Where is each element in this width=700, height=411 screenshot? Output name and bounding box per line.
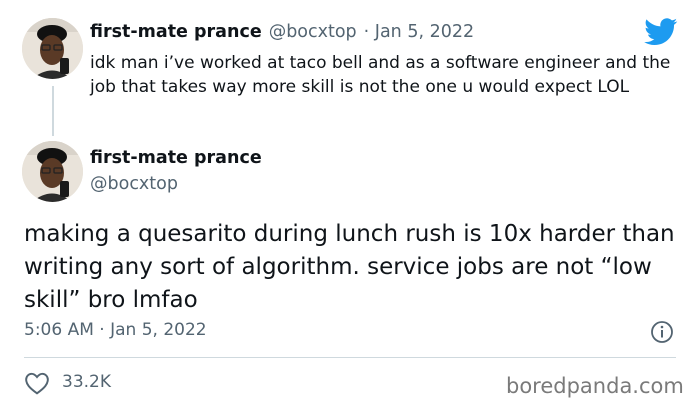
reply-display-name[interactable]: first-mate prance: [90, 22, 262, 42]
thread-connector-line: [52, 86, 54, 136]
main-display-name[interactable]: first-mate prance: [90, 148, 262, 168]
reply-date[interactable]: · Jan 5, 2022: [364, 22, 474, 42]
watermark: boredpanda.com: [506, 374, 684, 398]
main-tweet-text: making a quesarito during lunch rush is …: [24, 221, 675, 313]
like-count[interactable]: 33.2K: [62, 372, 111, 392]
tweet-timestamp[interactable]: 5:06 AM · Jan 5, 2022: [24, 320, 207, 340]
reply-handle[interactable]: @bocxtop: [269, 22, 357, 42]
reply-text: idk man i’ve worked at taco bell and as …: [90, 53, 671, 97]
avatar[interactable]: [22, 141, 83, 202]
main-handle[interactable]: @bocxtop: [90, 174, 178, 194]
heart-icon[interactable]: [24, 371, 50, 395]
info-icon[interactable]: [650, 320, 674, 344]
divider: [24, 357, 676, 358]
twitter-bird-icon: [644, 18, 678, 46]
avatar[interactable]: [22, 18, 83, 79]
reply-header: first-mate prance @bocxtop · Jan 5, 2022: [90, 22, 474, 42]
